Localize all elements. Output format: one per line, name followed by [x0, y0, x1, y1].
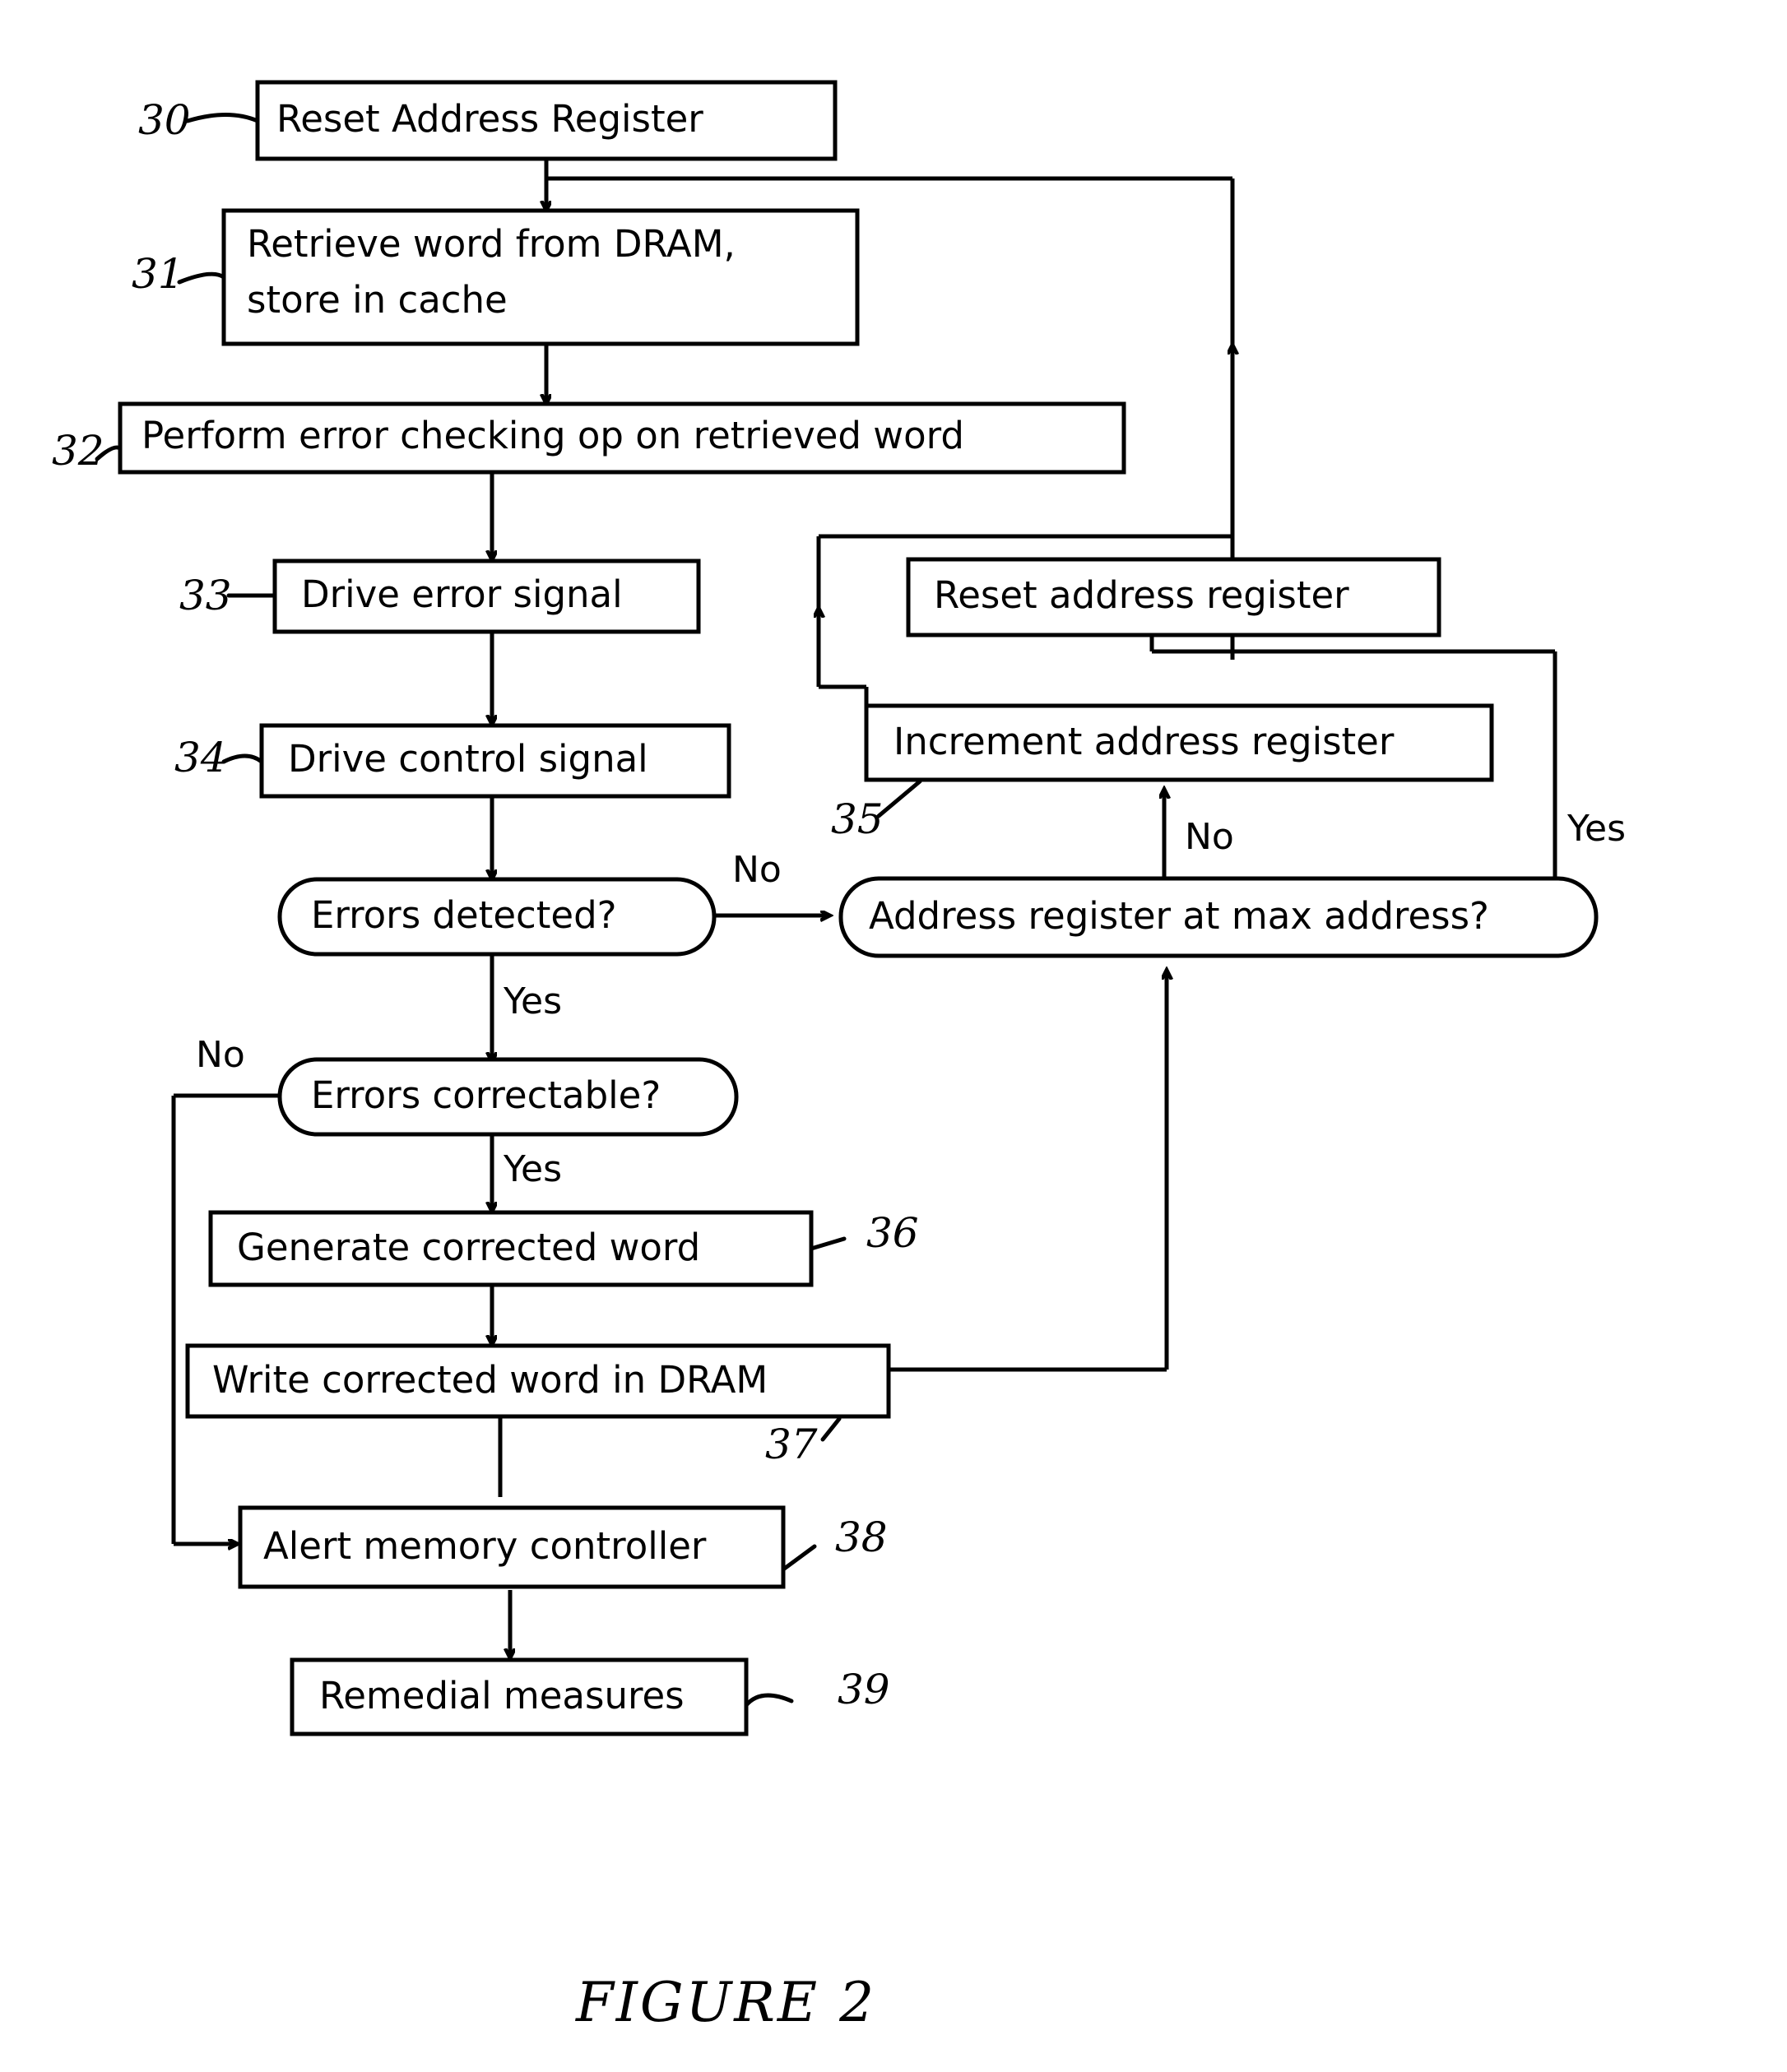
node-increment-address-register-35[interactable]: Increment address register — [864, 703, 1494, 782]
ref-numeral-32: 32 — [52, 427, 104, 475]
edge-label-errors-detected-yes: Yes — [503, 980, 562, 1022]
ref-numeral-36: 36 — [866, 1209, 919, 1257]
edge-label-max-address-yes: Yes — [1567, 808, 1626, 850]
ref-numeral-35: 35 — [831, 795, 884, 843]
node-label: Reset Address Register — [276, 97, 703, 141]
node-drive-control-signal-34[interactable]: Drive control signal — [259, 723, 731, 799]
ref-numeral-37: 37 — [765, 1421, 818, 1468]
ref-numeral-39: 39 — [838, 1666, 890, 1713]
node-label: Reset address register — [934, 573, 1349, 617]
node-label: Remedial measures — [319, 1674, 685, 1717]
edge-label-errors-correctable-no: No — [196, 1034, 245, 1076]
node-drive-error-signal-33[interactable]: Drive error signal — [272, 559, 701, 634]
node-address-register-max-decision[interactable]: Address register at max address? — [838, 876, 1599, 958]
ref-numeral-31: 31 — [132, 250, 184, 298]
node-generate-corrected-word-36[interactable]: Generate corrected word — [208, 1210, 814, 1287]
node-retrieve-word-31[interactable]: Retrieve word from DRAM, store in cache — [221, 208, 860, 346]
node-errors-correctable-decision[interactable]: Errors correctable? — [277, 1057, 739, 1137]
edge-label-errors-correctable-yes: Yes — [503, 1148, 562, 1190]
leader-38 — [781, 1544, 817, 1572]
node-label: Write corrected word in DRAM — [212, 1358, 768, 1402]
ref-numeral-38: 38 — [835, 1513, 888, 1561]
node-label: Generate corrected word — [237, 1226, 700, 1269]
node-reset-address-register-30[interactable]: Reset Address Register — [255, 80, 838, 161]
node-label-line1: Retrieve word from DRAM, — [247, 222, 736, 266]
leader-39 — [744, 1693, 794, 1708]
node-label: Drive control signal — [288, 737, 648, 781]
leader-31 — [177, 271, 226, 285]
node-label: Increment address register — [894, 720, 1395, 763]
node-perform-error-checking-32[interactable]: Perform error checking op on retrieved w… — [118, 401, 1126, 475]
leader-37 — [820, 1416, 842, 1442]
ref-numeral-34: 34 — [174, 734, 227, 781]
node-write-corrected-word-37[interactable]: Write corrected word in DRAM — [185, 1343, 891, 1419]
node-label: Address register at max address? — [869, 894, 1489, 938]
node-label: Errors correctable? — [311, 1073, 661, 1117]
node-label: Perform error checking op on retrieved w… — [142, 414, 964, 457]
edge-label-errors-detected-no: No — [732, 849, 782, 891]
leader-35 — [876, 779, 922, 818]
node-label: Errors detected? — [311, 893, 617, 937]
leader-36 — [809, 1236, 847, 1251]
node-label: Alert memory controller — [263, 1524, 707, 1568]
node-errors-detected-decision[interactable]: Errors detected? — [277, 877, 717, 957]
ref-numeral-33: 33 — [179, 572, 232, 619]
node-remedial-measures-39[interactable]: Remedial measures — [290, 1657, 749, 1736]
node-reset-address-register-loop[interactable]: Reset address register — [906, 557, 1441, 637]
node-label: Drive error signal — [301, 572, 623, 616]
leader-30 — [185, 113, 260, 123]
node-alert-memory-controller-38[interactable]: Alert memory controller — [238, 1505, 786, 1589]
edge-label-max-address-no: No — [1185, 816, 1234, 858]
node-label-line2: store in cache — [247, 278, 508, 322]
leader-34 — [221, 753, 264, 764]
figure-caption: FIGURE 2 — [575, 1971, 876, 2034]
ref-numeral-30: 30 — [138, 96, 191, 144]
figure-canvas: Reset Address Register Retrieve word fro… — [0, 0, 1787, 2072]
flowchart-svg: Reset Address Register Retrieve word fro… — [52, 80, 1626, 2034]
